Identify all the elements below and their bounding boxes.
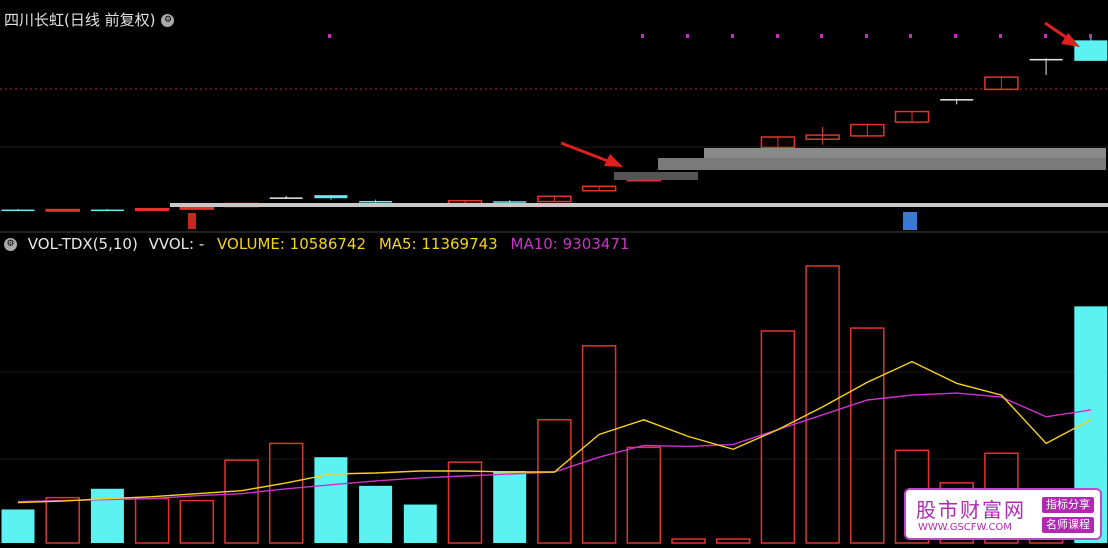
ghost-bar <box>704 148 1106 158</box>
watermark-name: 股市财富网 <box>916 498 1026 522</box>
candle-body <box>179 206 215 210</box>
event-marker <box>1044 34 1047 38</box>
volume-ma-lines <box>17 360 1092 504</box>
chart-title: 四川长虹(日线 前复权) <box>4 11 156 29</box>
volume-bar <box>314 457 348 543</box>
event-marker <box>731 34 734 38</box>
volume-bar <box>179 499 215 544</box>
indicator-settings-icon[interactable]: ⚙ <box>4 238 17 251</box>
candle-body <box>359 200 393 203</box>
event-marker <box>909 34 912 38</box>
watermark-url: WWW.GSCFW.COM <box>918 522 1012 533</box>
ma5-line <box>17 360 1092 504</box>
settings-icon[interactable]: ⚙ <box>161 14 175 27</box>
volume-bar <box>134 497 170 544</box>
volume-bar <box>537 419 572 544</box>
candle-body <box>940 99 974 101</box>
event-marker <box>328 34 331 38</box>
volume-bar <box>447 461 483 544</box>
event-markers <box>188 34 1092 230</box>
event-marker <box>903 212 917 230</box>
arrow-head <box>604 154 623 167</box>
event-marker <box>999 34 1002 38</box>
candle-body <box>1074 40 1108 61</box>
volume-bar <box>403 504 437 543</box>
volume-bar <box>850 327 885 544</box>
watermark-tag: 指标分享 <box>1042 497 1094 513</box>
volume-bar <box>90 488 124 543</box>
volume-bar <box>626 446 662 544</box>
chart-title-row: 四川长虹(日线 前复权) ⚙ <box>4 9 175 30</box>
event-marker <box>776 34 779 38</box>
volume-bar <box>493 471 527 543</box>
indicator-header: ⚙ VOL-TDX(5,10) VVOL: - VOLUME: 10586742… <box>4 235 629 253</box>
ghost-bar <box>658 158 1106 170</box>
chart-canvas <box>0 21 1108 544</box>
volume-bar <box>1 509 35 543</box>
candle-body <box>134 207 170 211</box>
candle-body <box>1 209 35 212</box>
event-marker <box>865 34 868 38</box>
arrow-line <box>560 141 614 165</box>
volume-label: VOLUME: 10586742 <box>217 235 367 253</box>
volume-bar <box>359 485 393 543</box>
candle-body <box>1029 58 1063 61</box>
event-marker <box>641 34 644 38</box>
indicator-name[interactable]: VOL-TDX(5,10) <box>28 235 138 253</box>
candle-body <box>269 197 303 199</box>
ma10-line <box>17 392 1091 503</box>
vvol-label: VVOL: - <box>148 235 205 253</box>
event-marker <box>954 34 957 38</box>
volume-bar <box>268 442 304 544</box>
watermark-logo: 股市财富网 WWW.GSCFW.COM 指标分享 名师课程 <box>904 488 1102 540</box>
annotation-arrows <box>560 21 1080 167</box>
volume-bar <box>224 459 259 544</box>
candle-body <box>314 195 348 199</box>
candle-body <box>45 208 80 212</box>
volume-bar <box>45 496 80 544</box>
volume-bar <box>805 265 840 544</box>
price-plot <box>1 36 1108 212</box>
event-marker <box>686 34 689 38</box>
ghost-bar <box>614 172 698 180</box>
price-grid <box>0 88 1108 460</box>
ghost-bars <box>170 148 1108 207</box>
candle-body <box>493 201 527 203</box>
event-marker <box>820 34 823 38</box>
candle-body <box>90 209 124 212</box>
ma10-label: MA10: 9303471 <box>510 235 630 253</box>
ghost-bar <box>170 203 1108 207</box>
volume-bar <box>671 538 706 544</box>
event-marker <box>1089 34 1092 38</box>
event-marker <box>188 213 196 229</box>
volume-bar <box>715 538 751 544</box>
volume-bar <box>760 330 796 544</box>
ma5-label: MA5: 11369743 <box>378 235 498 253</box>
watermark-tag: 名师课程 <box>1042 517 1094 533</box>
